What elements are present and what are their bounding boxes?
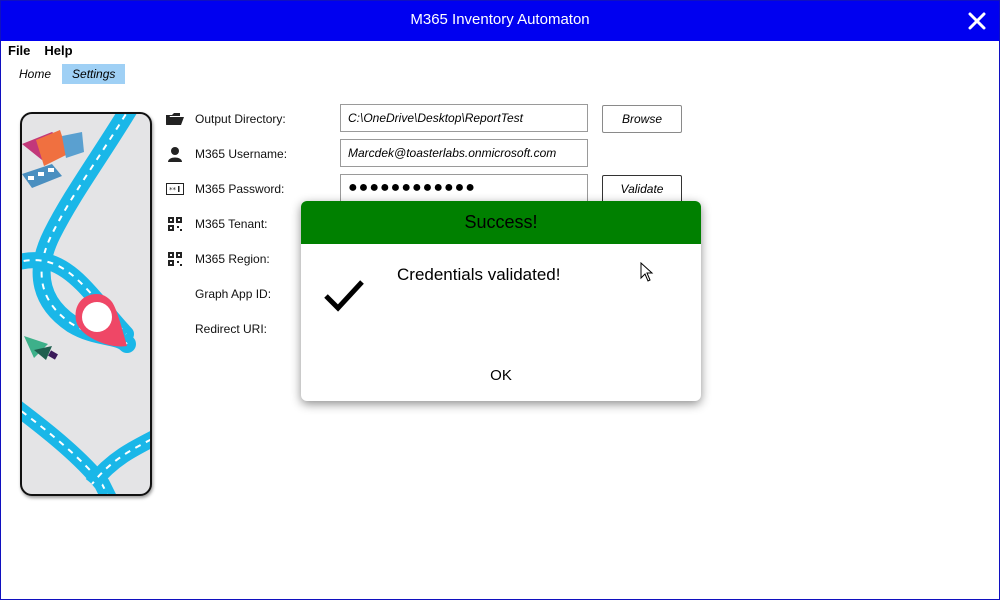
tenant-label: M365 Tenant: <box>195 217 268 231</box>
password-icon: ** <box>166 181 184 197</box>
row-redirect-uri: Redirect URI: <box>166 319 267 339</box>
svg-text:**: ** <box>169 186 177 194</box>
map-illustration <box>20 112 152 496</box>
app-window: M365 Inventory Automaton File Help Home … <box>0 0 1000 600</box>
row-tenant: M365 Tenant: <box>166 214 268 234</box>
redirect-uri-label: Redirect URI: <box>195 322 268 336</box>
password-label: M365 Password: <box>195 182 285 196</box>
dialog-title: Success! <box>301 201 701 244</box>
title-bar: M365 Inventory Automaton <box>1 1 999 41</box>
tab-home[interactable]: Home <box>13 64 57 84</box>
browse-button[interactable]: Browse <box>602 105 682 133</box>
row-region: M365 Region: <box>166 249 270 269</box>
password-field[interactable]: ●●●●●●●●●●●● <box>340 174 588 202</box>
qr-code-icon <box>166 216 184 232</box>
menu-file[interactable]: File <box>1 42 30 60</box>
checkmark-icon <box>324 280 364 312</box>
tab-strip: Home Settings <box>13 64 130 84</box>
validate-button[interactable]: Validate <box>602 175 682 203</box>
menu-bar: File Help <box>1 42 80 60</box>
output-directory-field[interactable]: C:\OneDrive\Desktop\ReportTest <box>340 104 588 132</box>
folder-icon <box>166 111 184 127</box>
tab-settings[interactable]: Settings <box>62 64 126 84</box>
username-field[interactable]: Marcdek@toasterlabs.onmicrosoft.com <box>340 139 588 167</box>
region-label: M365 Region: <box>195 252 270 266</box>
username-label: M365 Username: <box>195 147 288 161</box>
row-password: ** M365 Password: <box>166 179 284 199</box>
dialog-message: Credentials validated! <box>397 265 561 284</box>
row-output-directory: Output Directory: <box>166 109 286 129</box>
window-title: M365 Inventory Automaton <box>410 11 590 28</box>
row-username: M365 Username: <box>166 144 287 164</box>
close-button[interactable] <box>965 9 989 33</box>
mouse-cursor-icon <box>640 262 654 282</box>
row-graph-app-id: Graph App ID: <box>166 284 271 304</box>
output-directory-label: Output Directory: <box>195 112 286 126</box>
graph-app-id-label: Graph App ID: <box>195 287 272 301</box>
menu-help[interactable]: Help <box>37 42 72 60</box>
user-icon <box>166 146 184 162</box>
success-dialog: Success! Credentials validated! OK <box>301 201 701 401</box>
ok-button[interactable]: OK <box>471 363 531 387</box>
qr-code-icon <box>166 251 184 267</box>
close-icon <box>968 12 986 30</box>
